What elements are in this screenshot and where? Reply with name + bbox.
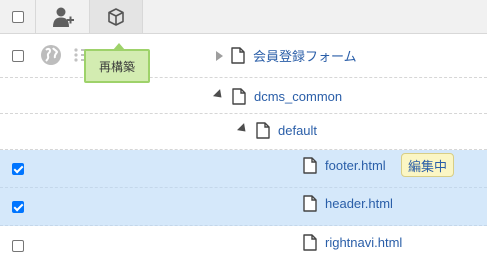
collapse-arrow-icon[interactable]	[236, 123, 250, 136]
tree-node[interactable]: 会員登録フォーム	[216, 46, 357, 65]
file-icon	[303, 234, 317, 251]
file-icon	[303, 195, 317, 212]
tree-row[interactable]: dcms_common	[0, 78, 487, 114]
toolbar	[0, 0, 487, 34]
file-icon	[232, 88, 246, 105]
editing-status-badge: 編集中	[401, 153, 455, 177]
collapse-arrow-icon[interactable]	[212, 89, 226, 102]
tree-node-label[interactable]: footer.html	[325, 158, 386, 173]
row-checkbox[interactable]	[12, 163, 24, 175]
add-user-button[interactable]	[36, 0, 90, 33]
rebuild-button[interactable]	[90, 0, 143, 33]
tree-node-label[interactable]: default	[278, 123, 317, 138]
file-icon	[303, 157, 317, 174]
tree-node[interactable]: default	[236, 122, 317, 139]
user-add-icon	[52, 7, 74, 27]
tree-row[interactable]: 会員登録フォーム	[0, 34, 487, 78]
tree-row[interactable]: rightnavi.html	[0, 226, 487, 265]
tree-node[interactable]: dcms_common	[212, 88, 342, 105]
tree-row[interactable]: header.html	[0, 188, 487, 226]
rebuild-tooltip: 再構築	[84, 43, 150, 83]
select-all-checkbox[interactable]	[11, 10, 24, 23]
row-checkbox[interactable]	[12, 50, 24, 62]
file-icon	[256, 122, 270, 139]
tree-row[interactable]: default	[0, 114, 487, 150]
row-checkbox[interactable]	[12, 240, 24, 252]
tree-node-label[interactable]: dcms_common	[254, 89, 342, 104]
tree-node-label[interactable]: rightnavi.html	[325, 235, 402, 250]
row-checkbox[interactable]	[12, 201, 24, 213]
tree-node-label[interactable]: header.html	[325, 196, 393, 211]
tree-node[interactable]: footer.html	[303, 157, 386, 174]
cube-icon	[108, 7, 124, 26]
expand-arrow-icon[interactable]	[216, 50, 223, 61]
tree-node[interactable]: header.html	[303, 195, 393, 212]
tree-node-label[interactable]: 会員登録フォーム	[253, 46, 357, 65]
select-all-cell	[0, 0, 36, 33]
tree-node[interactable]: rightnavi.html	[303, 234, 402, 251]
file-icon	[231, 47, 245, 64]
globe-icon	[41, 45, 61, 65]
